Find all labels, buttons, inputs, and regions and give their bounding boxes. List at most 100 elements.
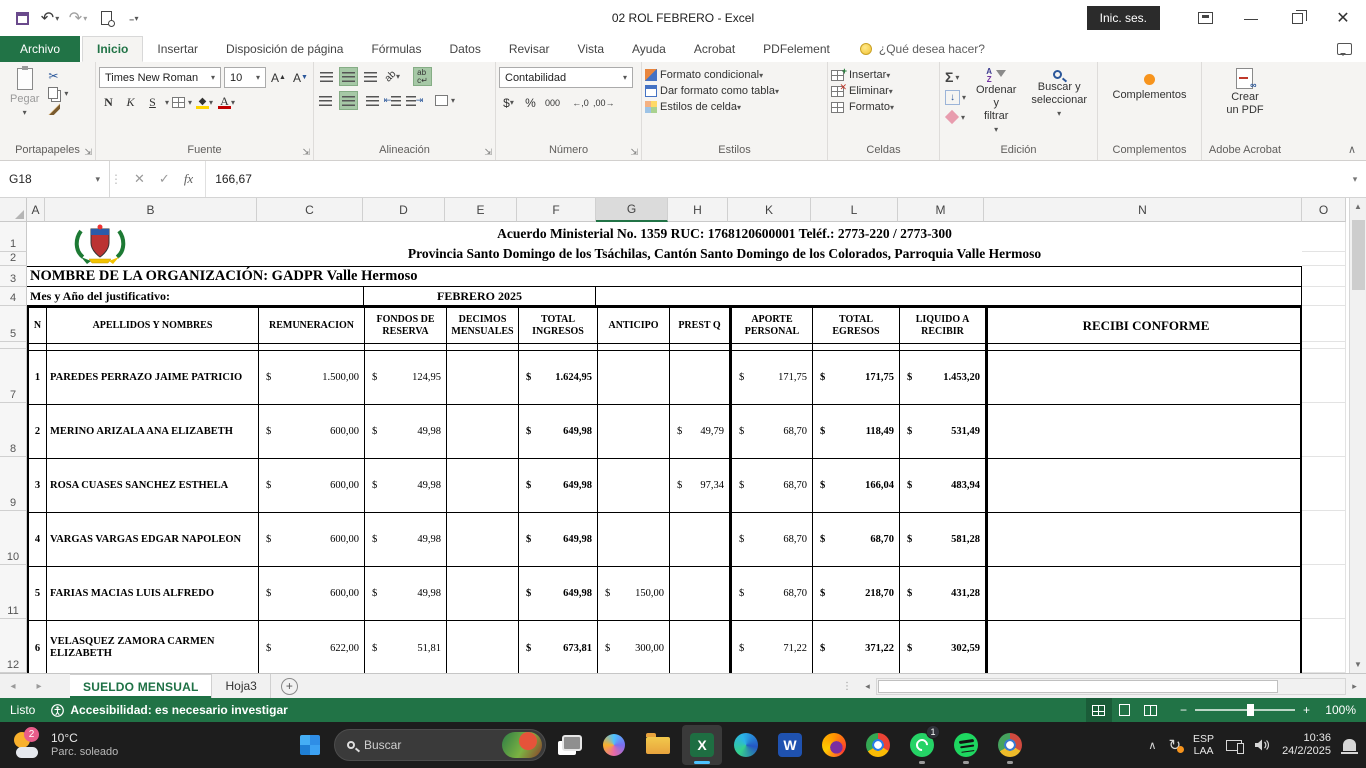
spacer-cell[interactable]: [47, 344, 259, 350]
cell-recibi[interactable]: [986, 459, 1304, 512]
enter-icon[interactable]: ✓: [159, 171, 170, 187]
column-header-c[interactable]: C: [257, 198, 363, 222]
cell-name[interactable]: FARIAS MACIAS LUIS ALFREDO: [47, 567, 259, 620]
cell-total_egresos[interactable]: $371,22: [813, 621, 900, 673]
row-header-3[interactable]: 3: [0, 266, 27, 287]
shrink-font-button[interactable]: A▼: [291, 68, 310, 87]
hidden-icons-chevron-icon[interactable]: ∧: [1148, 739, 1156, 752]
spacer-cell[interactable]: [598, 344, 670, 350]
column-header-b[interactable]: B: [45, 198, 257, 222]
spacer-cell[interactable]: [365, 344, 447, 350]
formula-input[interactable]: 166,67: [206, 161, 1344, 197]
column-header-d[interactable]: D: [363, 198, 445, 222]
column-header-f[interactable]: F: [517, 198, 596, 222]
cell-name[interactable]: ROSA CUASES SANCHEZ ESTHELA: [47, 459, 259, 512]
weather-widget[interactable]: 2 10°C Parc. soleado: [0, 722, 130, 768]
borders-button[interactable]: ▾: [172, 93, 192, 112]
cell-decimos[interactable]: [447, 459, 519, 512]
cell-liquido[interactable]: $483,94: [900, 459, 986, 512]
cell-prest_q[interactable]: [670, 621, 730, 673]
percent-style-button[interactable]: %: [521, 93, 540, 112]
sign-in-button[interactable]: Inic. ses.: [1087, 6, 1160, 30]
fill-color-button[interactable]: ◆▾: [195, 93, 214, 112]
language-indicator[interactable]: ESP LAA: [1193, 733, 1214, 757]
row-header-4[interactable]: 4: [0, 287, 27, 306]
cell-recibi[interactable]: [986, 621, 1304, 673]
autosum-button[interactable]: Σ▾: [945, 69, 966, 85]
cell-liquido[interactable]: $302,59: [900, 621, 986, 673]
cell-aporte_personal[interactable]: $171,75: [730, 351, 813, 404]
cell-n[interactable]: 1: [29, 351, 47, 404]
table-header-prest-q[interactable]: PREST Q: [670, 308, 730, 343]
row-header-8[interactable]: 8: [0, 403, 27, 457]
increase-indent-button[interactable]: ⇥: [405, 91, 424, 110]
spacer-cell[interactable]: [259, 344, 365, 350]
sheet-tab-sueldo-mensual[interactable]: SUELDO MENSUAL: [70, 674, 212, 698]
cell-aporte_personal[interactable]: $71,22: [730, 621, 813, 673]
empty-column-o[interactable]: [1302, 222, 1346, 673]
table-header-recibi-conforme[interactable]: RECIBI CONFORME: [986, 308, 1304, 343]
restore-button[interactable]: [1274, 0, 1320, 36]
top-align-button[interactable]: [317, 67, 336, 86]
cell-remuneracion[interactable]: $1.500,00: [259, 351, 365, 404]
cell-decimos[interactable]: [447, 567, 519, 620]
cell-recibi[interactable]: [986, 567, 1304, 620]
cell-total_ingresos[interactable]: $673,81: [519, 621, 598, 673]
column-header-o[interactable]: O: [1302, 198, 1346, 222]
scroll-right-icon[interactable]: ▸: [1346, 678, 1363, 695]
column-header-n[interactable]: N: [984, 198, 1302, 222]
row-header-12[interactable]: 12: [0, 619, 27, 673]
paste-button[interactable]: Pegar▾: [3, 65, 46, 122]
zoom-in-icon[interactable]: +: [1303, 703, 1310, 717]
sheet-title-block[interactable]: Acuerdo Ministerial No. 1359 RUC: 176812…: [27, 222, 1302, 266]
row-header-hidden[interactable]: [0, 342, 27, 349]
organization-name-cell[interactable]: NOMBRE DE LA ORGANIZACIÓN: GADPR Valle H…: [27, 266, 1302, 287]
spotify-taskbar-button[interactable]: [946, 725, 986, 765]
cell-fondos_reserva[interactable]: $51,81: [365, 621, 447, 673]
table-header-n[interactable]: N: [29, 308, 47, 343]
cell-liquido[interactable]: $581,28: [900, 513, 986, 566]
spacer-cell[interactable]: [986, 344, 1304, 350]
word-taskbar-button[interactable]: W: [770, 725, 810, 765]
dar-formato-como-tabla-button[interactable]: Dar formato como tabla▾: [645, 85, 824, 97]
cell-total_egresos[interactable]: $171,75: [813, 351, 900, 404]
table-header-anticipo[interactable]: ANTICIPO: [598, 308, 670, 343]
formato-condicional-button[interactable]: Formato condicional▾: [645, 69, 824, 81]
edge-taskbar-button[interactable]: [726, 725, 766, 765]
cell-fondos_reserva[interactable]: $124,95: [365, 351, 447, 404]
cell-remuneracion[interactable]: $600,00: [259, 567, 365, 620]
merge-center-button[interactable]: ▾: [435, 91, 455, 110]
horizontal-scrollbar[interactable]: [876, 678, 1346, 695]
excel-taskbar-button[interactable]: X: [682, 725, 722, 765]
cell-anticipo[interactable]: [598, 351, 670, 404]
middle-align-button[interactable]: [339, 67, 358, 86]
customize-quick-access-icon[interactable]: ᠆▾: [122, 6, 146, 30]
bottom-align-button[interactable]: [361, 67, 380, 86]
spacer-cell[interactable]: [900, 344, 986, 350]
cast-device-icon[interactable]: [1226, 740, 1242, 751]
splitter-handle[interactable]: ⋮: [836, 681, 859, 692]
vertical-scroll-thumb[interactable]: [1352, 220, 1365, 290]
undo-icon[interactable]: ↶▾: [38, 6, 62, 30]
cell-remuneracion[interactable]: $622,00: [259, 621, 365, 673]
normal-view-icon[interactable]: [1086, 698, 1112, 722]
row-header-10[interactable]: 10: [0, 511, 27, 565]
underline-button[interactable]: S: [143, 93, 162, 112]
save-icon[interactable]: [10, 6, 34, 30]
table-header-fondos-de-reserva[interactable]: FONDOS DE RESERVA: [365, 308, 447, 343]
start-button[interactable]: [290, 725, 330, 765]
find-select-button[interactable]: Buscar y seleccionar▾: [1024, 65, 1094, 123]
cell-fondos_reserva[interactable]: $49,98: [365, 513, 447, 566]
cell-total_ingresos[interactable]: $649,98: [519, 405, 598, 458]
chrome-taskbar-button[interactable]: [858, 725, 898, 765]
align-left-button[interactable]: [317, 91, 336, 110]
tab-inicio[interactable]: Inicio: [82, 36, 143, 62]
table-header-decimos-mensuales[interactable]: DECIMOS MENSUALES: [447, 308, 519, 343]
number-dialog-launcher-icon[interactable]: ⇲: [630, 148, 638, 157]
insertar-cells-button[interactable]: +Insertar▾: [831, 69, 936, 81]
create-pdf-button[interactable]: Crear un PDF: [1219, 65, 1270, 120]
wrap-text-button[interactable]: abc↵: [413, 67, 432, 86]
cell-n[interactable]: 5: [29, 567, 47, 620]
collapse-ribbon-icon[interactable]: ∧: [1348, 143, 1356, 156]
print-preview-icon[interactable]: [94, 6, 118, 30]
